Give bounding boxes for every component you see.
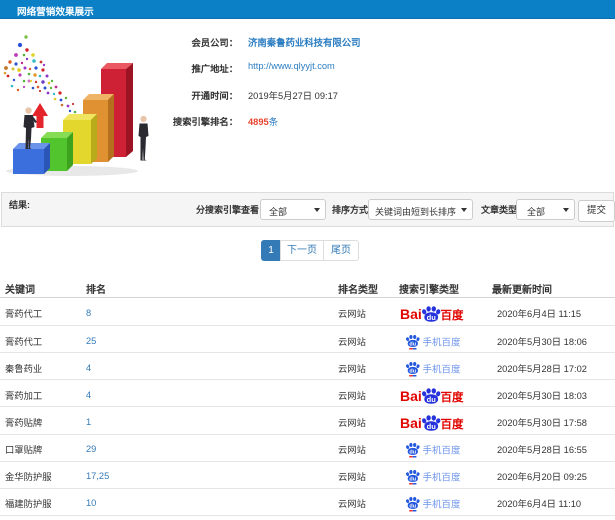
svg-text:Bai: Bai	[400, 306, 422, 322]
svg-text:du: du	[427, 395, 437, 404]
svg-text:du: du	[409, 450, 416, 456]
svg-text:百度: 百度	[441, 390, 464, 404]
svg-text:手机百度: 手机百度	[423, 472, 462, 484]
svg-text:手机百度: 手机百度	[423, 499, 462, 511]
svg-text:Bai: Bai	[400, 415, 422, 431]
svg-text:du: du	[409, 368, 416, 374]
svg-text:百度: 百度	[441, 417, 464, 431]
svg-text:手机百度: 手机百度	[423, 445, 462, 457]
svg-text:手机百度: 手机百度	[423, 363, 462, 375]
svg-text:手机百度: 手机百度	[423, 336, 462, 348]
svg-text:du: du	[427, 313, 437, 322]
svg-text:du: du	[427, 422, 437, 431]
svg-text:du: du	[409, 504, 416, 510]
svg-text:du: du	[409, 341, 416, 347]
svg-text:百度: 百度	[441, 308, 464, 322]
svg-text:du: du	[409, 477, 416, 483]
svg-text:Bai: Bai	[400, 388, 422, 404]
